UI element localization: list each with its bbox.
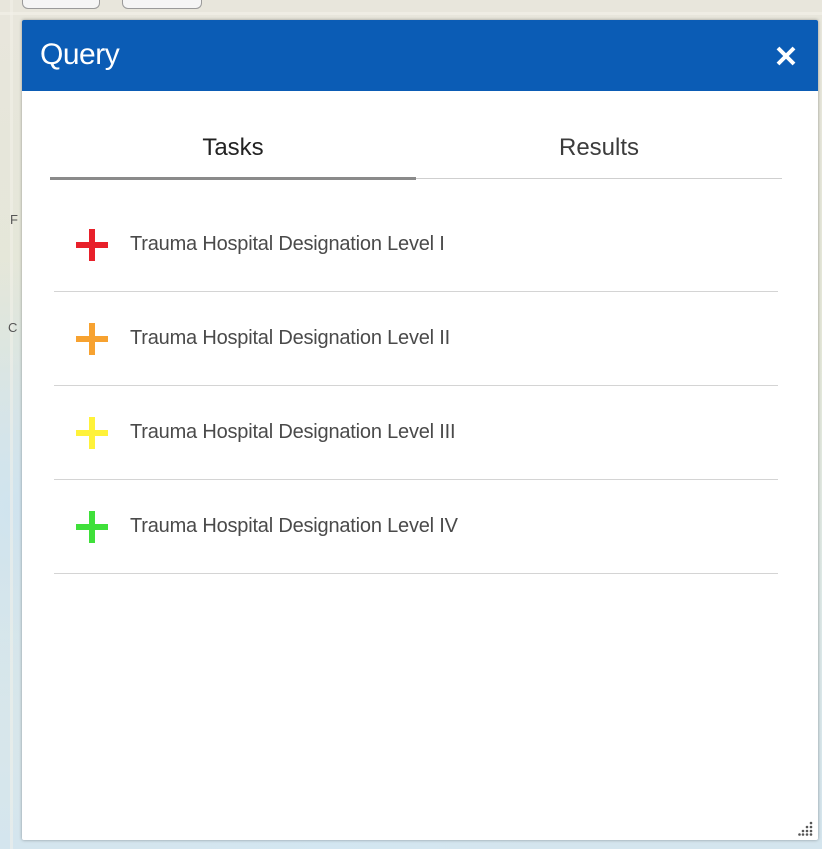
tab-bar: Tasks Results bbox=[50, 128, 782, 180]
task-item-level-2[interactable]: Trauma Hospital Designation Level II bbox=[54, 292, 778, 386]
plus-icon bbox=[76, 510, 108, 543]
task-item-level-4[interactable]: Trauma Hospital Designation Level IV bbox=[54, 480, 778, 574]
panel-title: Query bbox=[40, 38, 120, 71]
task-label: Trauma Hospital Designation Level II bbox=[130, 327, 450, 349]
panel-header: Query bbox=[22, 20, 818, 91]
task-label: Trauma Hospital Designation Level I bbox=[130, 233, 445, 255]
plus-icon bbox=[76, 322, 108, 355]
query-panel: Query Tasks Results Trauma Hospital Desi… bbox=[22, 20, 818, 840]
tab-results[interactable]: Results bbox=[416, 128, 782, 178]
resize-grip-icon bbox=[798, 821, 813, 836]
resize-handle[interactable] bbox=[798, 820, 814, 836]
map-road bbox=[0, 12, 822, 15]
map-label: F bbox=[10, 212, 18, 227]
plus-icon bbox=[76, 228, 108, 261]
task-label: Trauma Hospital Designation Level IV bbox=[130, 515, 458, 537]
close-icon bbox=[776, 46, 796, 66]
task-item-level-3[interactable]: Trauma Hospital Designation Level III bbox=[54, 386, 778, 480]
map-road bbox=[10, 0, 13, 849]
task-item-level-1[interactable]: Trauma Hospital Designation Level I bbox=[54, 198, 778, 292]
map-label: C bbox=[8, 320, 18, 335]
task-label: Trauma Hospital Designation Level III bbox=[130, 421, 456, 443]
plus-icon bbox=[76, 416, 108, 449]
close-button[interactable] bbox=[772, 42, 800, 70]
tab-tasks[interactable]: Tasks bbox=[50, 128, 416, 180]
map-control-button[interactable] bbox=[22, 0, 100, 9]
task-list: Trauma Hospital Designation Level I Trau… bbox=[54, 198, 778, 574]
map-control-button[interactable] bbox=[122, 0, 202, 9]
